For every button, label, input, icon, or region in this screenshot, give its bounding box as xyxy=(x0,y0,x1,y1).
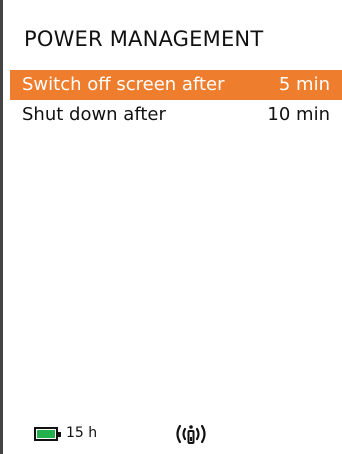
menu-item-switch-off-screen[interactable]: Switch off screen after 5 min xyxy=(10,70,342,100)
menu-item-label: Switch off screen after xyxy=(22,74,225,95)
battery-icon xyxy=(34,427,58,441)
wireless-transmitter-icon xyxy=(176,424,206,444)
menu-item-value: 5 min xyxy=(278,74,330,95)
status-bar: 15 h xyxy=(0,424,342,450)
battery-remaining-text: 15 h xyxy=(66,425,98,441)
battery-level-fill xyxy=(37,430,55,438)
device-screen: POWER MANAGEMENT Switch off screen after… xyxy=(0,0,342,454)
screen-border xyxy=(0,0,3,454)
battery-tip xyxy=(58,432,61,437)
page-title: POWER MANAGEMENT xyxy=(24,27,264,51)
menu-item-label: Shut down after xyxy=(22,104,166,125)
settings-menu: Switch off screen after 5 min Shut down … xyxy=(10,70,342,130)
menu-item-value: 10 min xyxy=(267,104,330,125)
menu-item-shut-down[interactable]: Shut down after 10 min xyxy=(10,100,342,130)
